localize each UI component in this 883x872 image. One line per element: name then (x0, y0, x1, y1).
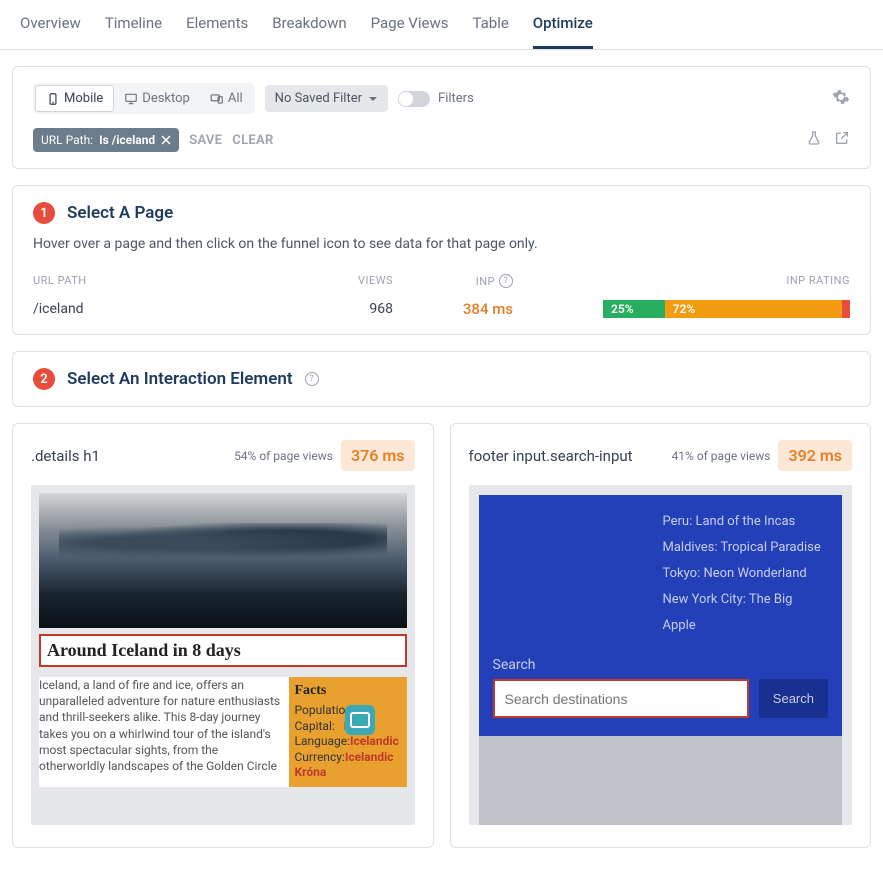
filters-toggle-label: Filters (438, 91, 474, 106)
card-1-inp-badge: 376 ms (341, 440, 415, 471)
step-1-title: Select A Page (67, 203, 173, 223)
info-icon[interactable]: ? (305, 372, 319, 386)
preview-highlighted-element: Around Iceland in 8 days (39, 634, 407, 667)
step-2-number: 2 (33, 368, 55, 390)
tab-elements[interactable]: Elements (186, 0, 248, 49)
inp-rating-bar: 25% 72% (603, 300, 850, 318)
chip-prefix: URL Path: (41, 133, 93, 147)
step-2-panel: 2 Select An Interaction Element ? (12, 351, 871, 407)
step-1-panel: 1 Select A Page Hover over a page and th… (12, 185, 871, 335)
card-2-preview: Peru: Land of the Incas Maldives: Tropic… (469, 485, 853, 825)
col-header-rating: INP RATING (770, 274, 850, 288)
tab-page-views[interactable]: Page Views (371, 0, 449, 49)
device-mobile-label: Mobile (64, 91, 103, 106)
preview-highlighted-element (493, 679, 749, 718)
col-header-inp: INP ? (393, 274, 513, 288)
facts-title: Facts (295, 683, 401, 699)
interaction-card-1[interactable]: .details h1 54% of page views 376 ms Aro… (12, 423, 434, 848)
row-views: 968 (313, 301, 393, 317)
desktop-icon (124, 92, 138, 106)
preview-gray-area (479, 736, 843, 825)
chip-value: Is /iceland (99, 133, 155, 147)
interaction-card-2[interactable]: footer input.search-input 41% of page vi… (450, 423, 872, 848)
col-header-url: URL PATH (33, 274, 313, 288)
tab-optimize[interactable]: Optimize (533, 0, 593, 49)
saved-filter-label: No Saved Filter (275, 91, 362, 106)
card-2-pct: 41% of page views (672, 449, 771, 463)
step-2-title: Select An Interaction Element (67, 369, 293, 389)
chevron-down-icon (368, 94, 378, 104)
save-filter-button[interactable]: SAVE (189, 133, 222, 148)
tab-overview[interactable]: Overview (20, 0, 81, 49)
card-2-inp-badge: 392 ms (778, 440, 852, 471)
tab-timeline[interactable]: Timeline (105, 0, 162, 49)
tab-table[interactable]: Table (472, 0, 508, 49)
preview-search-label: Search (493, 657, 829, 673)
chat-widget-icon (345, 705, 375, 735)
step-1-number: 1 (33, 202, 55, 224)
row-inp: 384 ms (393, 300, 513, 318)
open-external-button[interactable] (834, 130, 850, 150)
device-segment: Mobile Desktop All (33, 83, 255, 114)
preview-footer-links: Peru: Land of the Incas Maldives: Tropic… (493, 509, 829, 639)
device-all[interactable]: All (200, 85, 253, 112)
step-1-description: Hover over a page and then click on the … (33, 236, 850, 252)
main-tabs: Overview Timeline Elements Breakdown Pag… (0, 0, 883, 50)
experiment-button[interactable] (806, 130, 822, 150)
page-table-row[interactable]: /iceland 968 384 ms 25% 72% (33, 300, 850, 318)
device-desktop[interactable]: Desktop (114, 85, 200, 112)
bar-good: 25% (603, 300, 665, 318)
device-all-label: All (228, 91, 243, 106)
devices-icon (210, 92, 224, 106)
bar-poor (842, 300, 850, 318)
row-url: /iceland (33, 301, 313, 317)
saved-filter-dropdown[interactable]: No Saved Filter (265, 85, 388, 112)
page-table-header: URL PATH VIEWS INP ? INP RATING (33, 274, 850, 288)
chip-remove[interactable] (161, 135, 171, 145)
card-2-selector: footer input.search-input (469, 447, 633, 465)
preview-heading: Around Iceland in 8 days (47, 640, 399, 661)
mobile-icon (46, 92, 60, 106)
preview-search-button: Search (759, 679, 828, 718)
card-1-pct: 54% of page views (234, 449, 333, 463)
settings-button[interactable] (832, 88, 850, 110)
device-mobile[interactable]: Mobile (35, 85, 114, 112)
col-header-views: VIEWS (313, 274, 393, 288)
filters-toggle[interactable] (398, 91, 430, 107)
preview-search-input (505, 691, 737, 707)
card-1-selector: .details h1 (31, 447, 100, 465)
close-icon (161, 135, 171, 145)
bar-needs-improvement: 72% (665, 300, 842, 318)
info-icon[interactable]: ? (499, 274, 513, 288)
card-1-preview: Around Iceland in 8 days Iceland, a land… (31, 485, 415, 825)
filter-chip-url-path[interactable]: URL Path: Is /iceland (33, 128, 179, 152)
filter-panel: Mobile Desktop All No Saved Filter Filte… (12, 66, 871, 169)
preview-hero-image (39, 493, 407, 628)
external-link-icon (834, 130, 850, 146)
preview-body-text: Iceland, a land of fire and ice, offers … (39, 677, 289, 787)
flask-icon (806, 130, 822, 146)
tab-breakdown[interactable]: Breakdown (272, 0, 346, 49)
clear-filter-button[interactable]: CLEAR (232, 133, 273, 148)
gear-icon (832, 88, 850, 106)
device-desktop-label: Desktop (142, 91, 190, 106)
